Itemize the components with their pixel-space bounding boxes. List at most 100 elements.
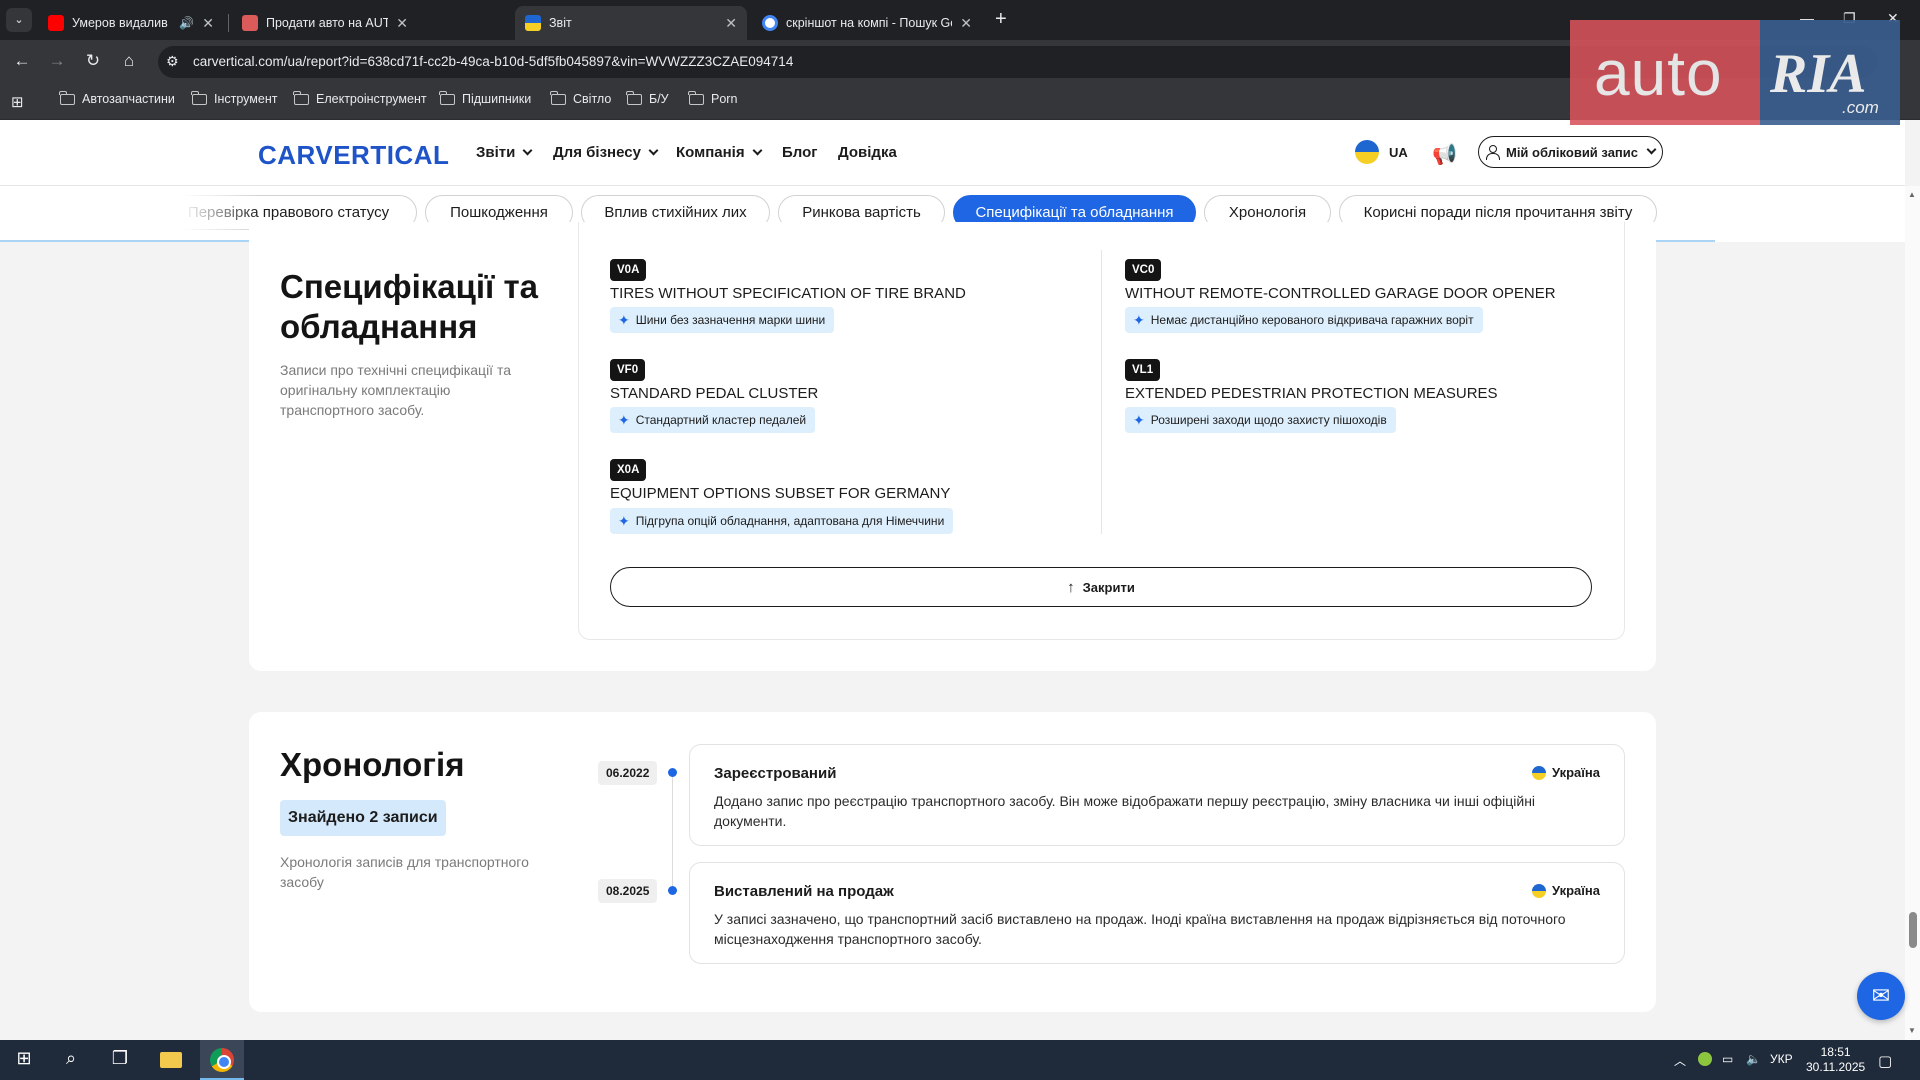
- timeline-date: 06.2022: [598, 761, 658, 785]
- chrome-icon[interactable]: [210, 1048, 234, 1072]
- reload-icon[interactable]: ↻: [82, 51, 104, 71]
- file-explorer-icon[interactable]: [160, 1052, 182, 1068]
- browser-tab-2[interactable]: Продати авто на AUTO.RIA - п ✕: [232, 6, 418, 40]
- scroll-down-icon[interactable]: ▼: [1908, 1026, 1916, 1035]
- bookmark-folder[interactable]: Електроінструмент: [293, 90, 427, 106]
- timeline-line: [672, 776, 673, 894]
- timeline-dot: [668, 768, 677, 777]
- close-specs-button[interactable]: ↑ Закрити: [610, 567, 1592, 607]
- site-header: CARVERTICAL Звіти Для бізнесу Компанія Б…: [0, 120, 1905, 186]
- spec-code-badge: VL1: [1125, 359, 1161, 381]
- language-selector[interactable]: UA: [1355, 140, 1408, 164]
- chronology-description: Хронологія записів для транспортного зас…: [280, 854, 529, 890]
- tab-search-button[interactable]: ⌄: [6, 8, 32, 32]
- user-icon: [1485, 145, 1500, 160]
- folder-icon: [191, 90, 207, 105]
- spec-name: WITHOUT REMOTE-CONTROLLED GARAGE DOOR OP…: [1125, 285, 1556, 302]
- sparkle-icon: ✦: [618, 311, 630, 328]
- system-clock[interactable]: 18:51 30.11.2025: [1806, 1045, 1865, 1075]
- spec-name: EXTENDED PEDESTRIAN PROTECTION MEASURES: [1125, 385, 1498, 402]
- account-button[interactable]: Мій обліковий запис: [1478, 136, 1663, 168]
- tray-app-icon[interactable]: [1698, 1052, 1712, 1066]
- autoria-watermark: auto RIA .com: [1570, 20, 1900, 125]
- bookmark-folder[interactable]: Світло: [550, 90, 611, 106]
- bookmark-folder[interactable]: Інструмент: [191, 90, 277, 106]
- folder-icon: [550, 90, 566, 105]
- timeline-dot: [668, 886, 677, 895]
- nav-company[interactable]: Компанія: [676, 144, 763, 161]
- forward-icon[interactable]: →: [46, 51, 68, 71]
- arrow-up-icon: ↑: [1067, 578, 1075, 596]
- support-chat-button[interactable]: ✉: [1857, 972, 1905, 1020]
- notifications-icon[interactable]: ▢: [1878, 1052, 1892, 1070]
- browser-tab-1[interactable]: Умеров видалив повідомл 🔊 ✕: [38, 6, 224, 40]
- close-tab-icon[interactable]: ✕: [396, 15, 408, 32]
- specs-title: Специфікації та обладнання: [280, 268, 539, 345]
- ai-translation-chip: ✦ Немає дистанційно керованого відкривача…: [1125, 307, 1483, 333]
- back-icon[interactable]: ←: [11, 51, 33, 71]
- timeline-date: 08.2025: [598, 879, 658, 903]
- home-icon[interactable]: ⌂: [118, 51, 140, 71]
- chevron-down-icon: [1646, 144, 1657, 155]
- volume-icon[interactable]: 🔈: [1746, 1052, 1761, 1066]
- megaphone-icon[interactable]: 📢: [1432, 142, 1457, 167]
- bookmark-folder[interactable]: Автозапчастини: [59, 90, 175, 106]
- sparkle-icon: ✦: [1133, 411, 1145, 428]
- tray-overflow-icon[interactable]: ︿: [1674, 1052, 1686, 1069]
- speaker-icon[interactable]: 🔊: [179, 16, 194, 30]
- scroll-thumb[interactable]: [1909, 912, 1917, 948]
- page-scrollbar[interactable]: ▲ ▼: [1905, 186, 1920, 1040]
- sparkle-icon: ✦: [1133, 311, 1145, 328]
- ukraine-flag-icon: [1531, 883, 1546, 898]
- sparkle-icon: ✦: [618, 512, 630, 529]
- spec-code-badge: VF0: [610, 359, 646, 381]
- sparkle-icon: ✦: [618, 411, 630, 428]
- chevron-down-icon: [648, 145, 659, 155]
- task-view-icon[interactable]: ❐: [108, 1048, 132, 1069]
- nav-reports[interactable]: Звіти: [476, 144, 533, 161]
- scroll-up-icon[interactable]: ▲: [1908, 190, 1916, 199]
- spec-code-badge: VC0: [1125, 259, 1162, 281]
- folder-icon: [293, 90, 309, 105]
- browser-tab-4[interactable]: скріншот на компі - Пошук Go ✕: [752, 6, 982, 40]
- ai-translation-chip: ✦ Шини без зазначення марки шини: [610, 307, 835, 333]
- windows-taskbar: ⊞ ⌕ ❐ ︿ ▭ 🔈 УКР 18:51 30.11.2025 ▢: [0, 1040, 1920, 1080]
- bookmark-folder[interactable]: Б/У: [626, 90, 669, 106]
- nav-help[interactable]: Довідка: [838, 144, 897, 161]
- new-tab-icon[interactable]: +: [995, 8, 1007, 31]
- windows-start-icon[interactable]: ⊞: [12, 1048, 36, 1069]
- ukraine-flag-icon: [1355, 140, 1379, 164]
- report-favicon-icon: [525, 15, 541, 31]
- ai-translation-chip: ✦ Підгрупа опцій обладнання, адаптована д…: [610, 508, 954, 534]
- youtube-icon: [48, 15, 64, 31]
- ai-translation-chip: ✦ Стандартний кластер педалей: [610, 407, 816, 433]
- timeline-event: Виставлений на продаж Україна У записі з…: [689, 862, 1625, 964]
- event-country: Україна: [1531, 765, 1600, 780]
- input-language[interactable]: УКР: [1770, 1052, 1793, 1066]
- folder-icon: [626, 90, 642, 105]
- spec-code-badge: V0A: [610, 259, 647, 281]
- nav-business[interactable]: Для бізнесу: [553, 144, 659, 161]
- network-icon[interactable]: ▭: [1722, 1052, 1733, 1066]
- timeline-event: Зареєстрований Україна Додано запис про …: [689, 744, 1625, 846]
- apps-grid-icon[interactable]: ⊞: [11, 93, 24, 111]
- close-tab-icon[interactable]: ✕: [960, 15, 972, 32]
- carvertical-logo[interactable]: CARVERTICAL: [258, 140, 449, 171]
- bookmark-folder[interactable]: Підшипники: [439, 90, 531, 106]
- close-tab-icon[interactable]: ✕: [202, 15, 214, 32]
- chevron-down-icon: [752, 145, 763, 155]
- spec-code-badge: X0A: [610, 459, 647, 481]
- nav-blog[interactable]: Блог: [782, 144, 818, 161]
- search-icon[interactable]: ⌕: [59, 1048, 83, 1069]
- browser-tab-active[interactable]: Звіт ✕: [515, 6, 747, 40]
- close-tab-icon[interactable]: ✕: [725, 15, 737, 32]
- chronology-title: Хронологія: [280, 746, 465, 783]
- google-icon: [762, 15, 778, 31]
- spec-name: TIRES WITHOUT SPECIFICATION OF TIRE BRAN…: [610, 285, 966, 302]
- folder-icon: [439, 90, 455, 105]
- url-text[interactable]: carvertical.com/ua/report?id=638cd71f-cc…: [193, 54, 793, 69]
- site-info-icon[interactable]: ⚙: [166, 53, 179, 70]
- bookmark-folder[interactable]: Porn: [688, 90, 737, 106]
- specs-description: Записи про технічні специфікації та ориг…: [280, 362, 511, 418]
- ai-translation-chip: ✦ Розширені заходи щодо захисту пішоходів: [1125, 407, 1396, 433]
